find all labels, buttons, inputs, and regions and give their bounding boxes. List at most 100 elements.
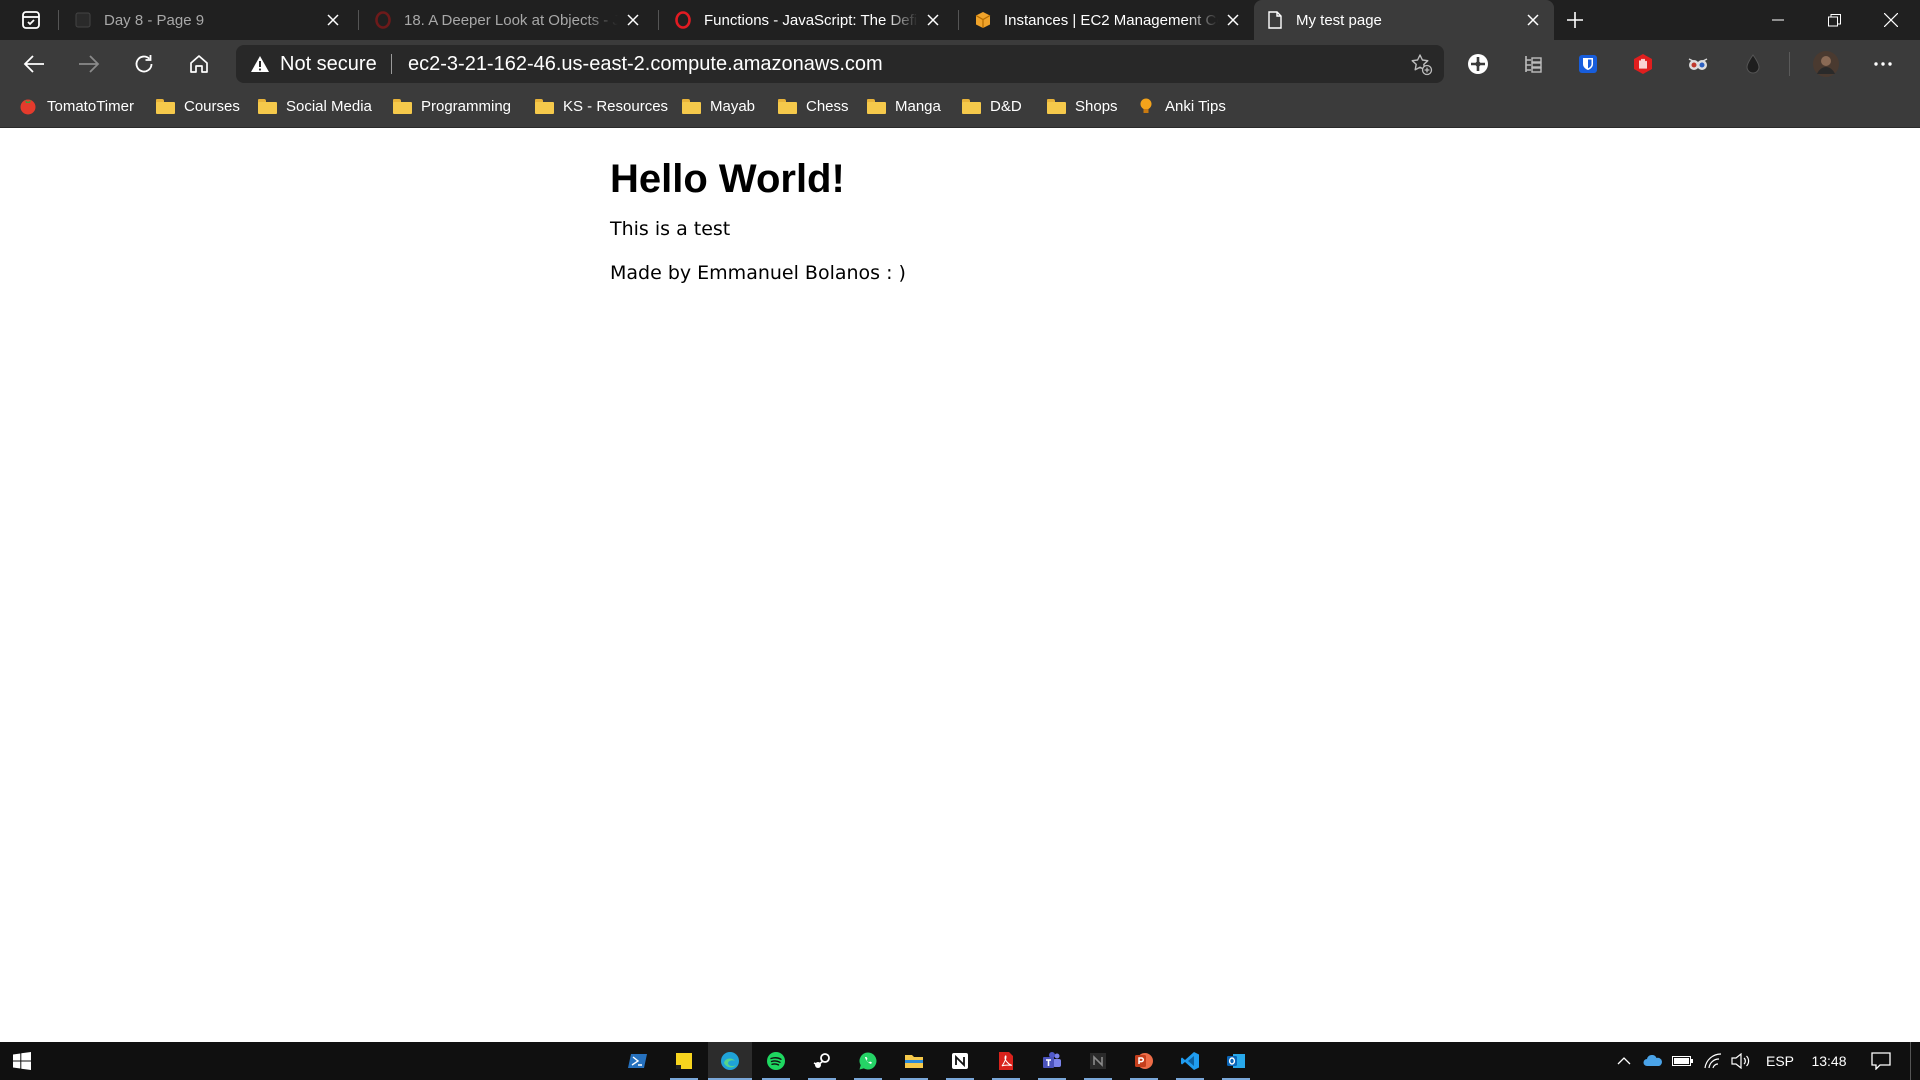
bookmark-folder-programming[interactable]: Programming [392,88,511,124]
sticky-notes-icon [676,1053,692,1069]
drop-icon [1746,54,1760,74]
network-tray-button[interactable] [1700,1042,1726,1080]
collections-extension-button[interactable] [1461,48,1495,80]
page-heading: Hello World! [610,157,845,201]
red-hand-icon [1634,54,1652,74]
refresh-button[interactable] [126,48,162,80]
bookmark-folder-shops[interactable]: Shops [1046,88,1118,124]
ellipsis-icon [1874,62,1892,66]
clock[interactable]: 13:48 [1804,1042,1854,1080]
bookmark-label: Courses [184,97,240,115]
taskbar-app-acrobat[interactable] [984,1042,1028,1080]
tree-style-tabs-extension-button[interactable] [1516,48,1550,80]
gamepad-extension-icon [1468,54,1488,74]
taskbar-app-onenote[interactable] [1076,1042,1120,1080]
tab-strip: Day 8 - Page 9 18. A Deeper Look at Obje… [0,0,1920,40]
taskbar-app-outlook[interactable] [1214,1042,1258,1080]
lightbulb-icon [1136,98,1156,114]
language-indicator[interactable]: ESP [1760,1042,1800,1080]
bookmark-tomatotimer[interactable]: TomatoTimer [18,88,134,124]
volume-tray-button[interactable] [1728,1042,1754,1080]
profile-button[interactable] [1809,48,1843,80]
tab-title: Functions - JavaScript: The Definitive G… [704,11,918,29]
close-icon[interactable] [918,5,948,35]
powershell-icon [628,1054,647,1068]
bitwarden-extension-button[interactable] [1571,48,1605,80]
bookmark-anki-tips[interactable]: Anki Tips [1136,88,1226,124]
show-desktop-button[interactable] [1910,1042,1920,1080]
star-add-icon [1411,54,1433,76]
home-icon [190,55,208,73]
close-icon [1884,13,1898,27]
show-hidden-icons-button[interactable] [1612,1042,1636,1080]
bookmark-folder-courses[interactable]: Courses [155,88,240,124]
bookmark-label: D&D [990,97,1022,115]
page-paragraph: This is a test [610,218,731,240]
start-button[interactable] [0,1042,44,1080]
security-label: Not secure [280,52,377,75]
bookmark-folder-manga[interactable]: Manga [866,88,941,124]
close-icon[interactable] [1218,5,1248,35]
tab-deeper-look-objects[interactable]: 18. A Deeper Look at Objects - JavaScrip… [362,0,654,40]
folder-icon [866,98,886,114]
bookmark-label: KS - Resources [563,97,669,115]
dark-reader-extension-button[interactable] [1736,48,1770,80]
action-center-button[interactable] [1862,1042,1900,1080]
taskbar-app-file-explorer[interactable] [892,1042,936,1080]
aws-box-icon [974,11,992,29]
site-info-button[interactable]: Not secure [250,45,377,83]
taskbar-app-steam[interactable] [800,1042,844,1080]
tab-my-test-page[interactable]: My test page [1254,0,1554,40]
back-button[interactable] [16,48,52,80]
close-icon[interactable] [1518,5,1548,35]
hand-blocker-extension-button[interactable] [1626,48,1660,80]
tab-ec2-instances[interactable]: Instances | EC2 Management Console [962,0,1254,40]
address-bar[interactable]: Not secure ec2-3-21-162-46.us-east-2.com… [236,45,1444,83]
home-button[interactable] [181,48,217,80]
battery-tray-button[interactable] [1670,1042,1696,1080]
bookmark-label: Chess [806,97,849,115]
tab-day8[interactable]: Day 8 - Page 9 [62,0,354,40]
taskbar-app-powerpoint[interactable] [1122,1042,1166,1080]
new-tab-button[interactable] [1560,5,1590,35]
forward-button[interactable] [71,48,107,80]
folder-icon [155,98,175,114]
bookmark-folder-social-media[interactable]: Social Media [257,88,372,124]
bookmark-folder-ks-resources[interactable]: KS - Resources [534,88,668,124]
restore-button[interactable] [1806,0,1862,40]
taskbar-app-powershell[interactable] [616,1042,660,1080]
close-icon[interactable] [318,5,348,35]
bookmark-folder-chess[interactable]: Chess [777,88,849,124]
bookmark-label: Programming [421,97,512,115]
onedrive-tray-button[interactable] [1640,1042,1666,1080]
add-favorite-button[interactable] [1406,49,1436,79]
url-text[interactable]: ec2-3-21-162-46.us-east-2.compute.amazon… [408,45,883,83]
bookmark-label: Social Media [286,97,372,115]
minimize-button[interactable] [1750,0,1806,40]
taskbar-app-sticky-notes[interactable] [662,1042,706,1080]
owl-extension-button[interactable] [1681,48,1715,80]
vscode-icon [1181,1052,1199,1070]
windows-logo-icon [13,1052,31,1070]
tab-actions-icon [22,11,40,29]
taskbar-app-vscode[interactable] [1168,1042,1212,1080]
plus-icon [1567,12,1583,28]
close-window-button[interactable] [1862,0,1920,40]
taskbar-app-spotify[interactable] [754,1042,798,1080]
bookmark-folder-dnd[interactable]: D&D [961,88,1022,124]
tab-actions-menu-button[interactable] [12,6,50,34]
close-icon[interactable] [618,5,648,35]
bookmark-folder-mayab[interactable]: Mayab [681,88,755,124]
taskbar-app-edge[interactable] [708,1042,752,1080]
taskbar-app-whatsapp[interactable] [846,1042,890,1080]
acrobat-icon [999,1052,1013,1070]
taskbar-app-notion[interactable] [938,1042,982,1080]
tab-functions-javascript[interactable]: Functions - JavaScript: The Definitive G… [662,0,954,40]
folder-icon [777,98,797,114]
taskbar-app-teams[interactable] [1030,1042,1074,1080]
tab-separator [658,10,659,30]
settings-more-button[interactable] [1866,48,1900,80]
tomato-icon [18,98,38,115]
bookmark-label: Shops [1075,97,1118,115]
teams-icon [1043,1052,1061,1068]
